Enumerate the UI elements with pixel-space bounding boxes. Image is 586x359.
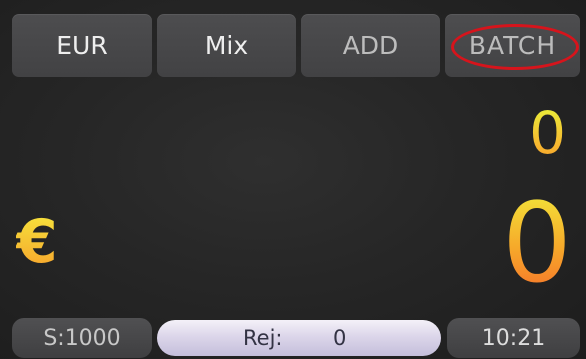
reject-label: Rej: xyxy=(243,326,283,350)
reject-counter-bar[interactable]: Rej: 0 xyxy=(157,320,441,356)
currency-button[interactable]: EUR xyxy=(12,14,152,77)
mode-button[interactable]: Mix xyxy=(157,14,296,77)
batch-count-display: 0 xyxy=(529,99,566,167)
clock-display: 10:21 xyxy=(447,318,580,358)
top-toolbar: EUR Mix ADD BATCH xyxy=(0,10,586,80)
counter-screen: EUR Mix ADD BATCH 0 € 0 S:1000 Rej: 0 10… xyxy=(0,0,586,359)
speed-button[interactable]: S:1000 xyxy=(12,318,152,358)
amount-display: 0 xyxy=(502,179,572,307)
reject-count: 0 xyxy=(333,326,347,350)
batch-button[interactable]: BATCH xyxy=(445,14,580,77)
euro-icon: € xyxy=(16,207,58,277)
add-button[interactable]: ADD xyxy=(301,14,440,77)
